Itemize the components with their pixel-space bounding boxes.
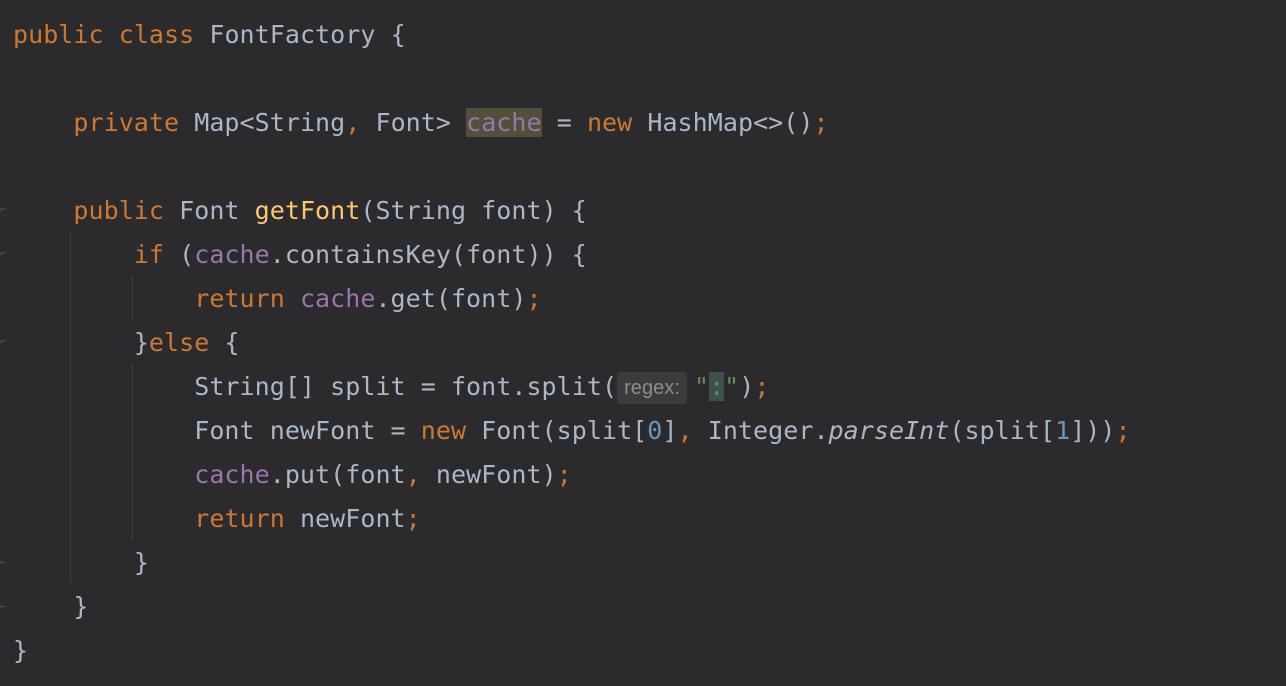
- declaration: Font newFont =: [194, 416, 421, 445]
- constructor-call: Font(split[: [481, 416, 648, 445]
- code-line-3[interactable]: private Map<String, Font> cache = new Ha…: [13, 101, 829, 145]
- keyword: class: [118, 20, 195, 49]
- code-editor[interactable]: ⌐ ⌐ ⌐ ⌙ ⌙ public class FontFactory { pri…: [0, 0, 1286, 686]
- string-quote: ": [693, 372, 710, 401]
- code-line-12[interactable]: return newFont;: [13, 497, 421, 541]
- method-call: .get(font): [375, 284, 527, 313]
- semicolon: ;: [1115, 416, 1131, 445]
- argument: (split[: [949, 416, 1056, 445]
- code-line-11[interactable]: cache.put(font, newFont);: [13, 453, 572, 497]
- semicolon: ;: [526, 284, 542, 313]
- number: 1: [1055, 416, 1071, 445]
- field-ref: cache: [194, 460, 270, 489]
- constructor-call: HashMap<>(): [647, 108, 814, 137]
- operator: =: [556, 108, 572, 137]
- method-call: .put(font: [269, 460, 406, 489]
- brace: {: [390, 20, 406, 49]
- keyword: public: [13, 20, 104, 49]
- semicolon: ;: [556, 460, 572, 489]
- string-quote: ": [724, 372, 740, 401]
- code-line-14[interactable]: }: [13, 585, 89, 629]
- code-line-15[interactable]: }: [13, 629, 28, 673]
- type: Font>: [375, 108, 451, 137]
- method-name: getFont: [254, 196, 361, 225]
- field-ref: cache: [299, 284, 376, 313]
- code-line-13[interactable]: }: [13, 541, 149, 585]
- parameter-hint: regex:: [617, 372, 687, 404]
- code-line-7[interactable]: return cache.get(font);: [13, 277, 542, 321]
- brace: {: [224, 328, 240, 357]
- method-call: .containsKey(font)) {: [269, 240, 587, 269]
- keyword: else: [148, 328, 210, 357]
- comma: ,: [345, 108, 361, 137]
- bracket: ]: [662, 416, 678, 445]
- string-content: :: [709, 372, 725, 401]
- comma: ,: [677, 416, 693, 445]
- brace: }: [133, 548, 149, 577]
- field-highlighted[interactable]: cache: [466, 108, 542, 137]
- static-method-call: parseInt: [828, 416, 950, 445]
- class-name: FontFactory: [209, 20, 376, 49]
- semicolon: ;: [813, 108, 829, 137]
- bracket: ])): [1070, 416, 1116, 445]
- keyword: return: [194, 504, 285, 533]
- fold-marker-icon[interactable]: ⌐: [0, 247, 9, 263]
- keyword: return: [194, 284, 285, 313]
- paren: (: [179, 240, 195, 269]
- declaration: String[] split = font.split(: [194, 372, 618, 401]
- type: Map<String: [194, 108, 346, 137]
- class-ref: Integer.: [707, 416, 829, 445]
- fold-marker-icon[interactable]: ⌐: [0, 335, 9, 351]
- code-line-1[interactable]: public class FontFactory {: [13, 13, 406, 57]
- paren: ): [739, 372, 755, 401]
- keyword: new: [420, 416, 467, 445]
- brace: }: [73, 592, 89, 621]
- semicolon: ;: [754, 372, 770, 401]
- code-line-10[interactable]: Font newFont = new Font(split[0], Intege…: [13, 409, 1131, 453]
- comma: ,: [405, 460, 421, 489]
- editor-gutter: ⌐ ⌐ ⌐ ⌙ ⌙: [0, 0, 10, 686]
- keyword: if: [133, 240, 165, 269]
- code-line-8[interactable]: }else {: [13, 321, 240, 365]
- field-ref: cache: [194, 240, 270, 269]
- fold-marker-icon[interactable]: ⌐: [0, 203, 9, 219]
- argument: newFont): [435, 460, 557, 489]
- variable: newFont: [299, 504, 406, 533]
- parameters: (String font) {: [360, 196, 587, 225]
- fold-marker-icon[interactable]: ⌙: [0, 555, 9, 571]
- return-type: Font: [179, 196, 240, 225]
- keyword: public: [73, 196, 165, 225]
- keyword: private: [73, 108, 180, 137]
- number: 0: [647, 416, 663, 445]
- brace: }: [133, 328, 149, 357]
- fold-marker-icon[interactable]: ⌙: [0, 599, 9, 615]
- code-line-9[interactable]: String[] split = font.split(regex: ":");: [13, 365, 770, 409]
- code-line-6[interactable]: if (cache.containsKey(font)) {: [13, 233, 587, 277]
- keyword: new: [586, 108, 633, 137]
- code-line-5[interactable]: public Font getFont(String font) {: [13, 189, 587, 233]
- brace: }: [13, 636, 29, 665]
- semicolon: ;: [405, 504, 421, 533]
